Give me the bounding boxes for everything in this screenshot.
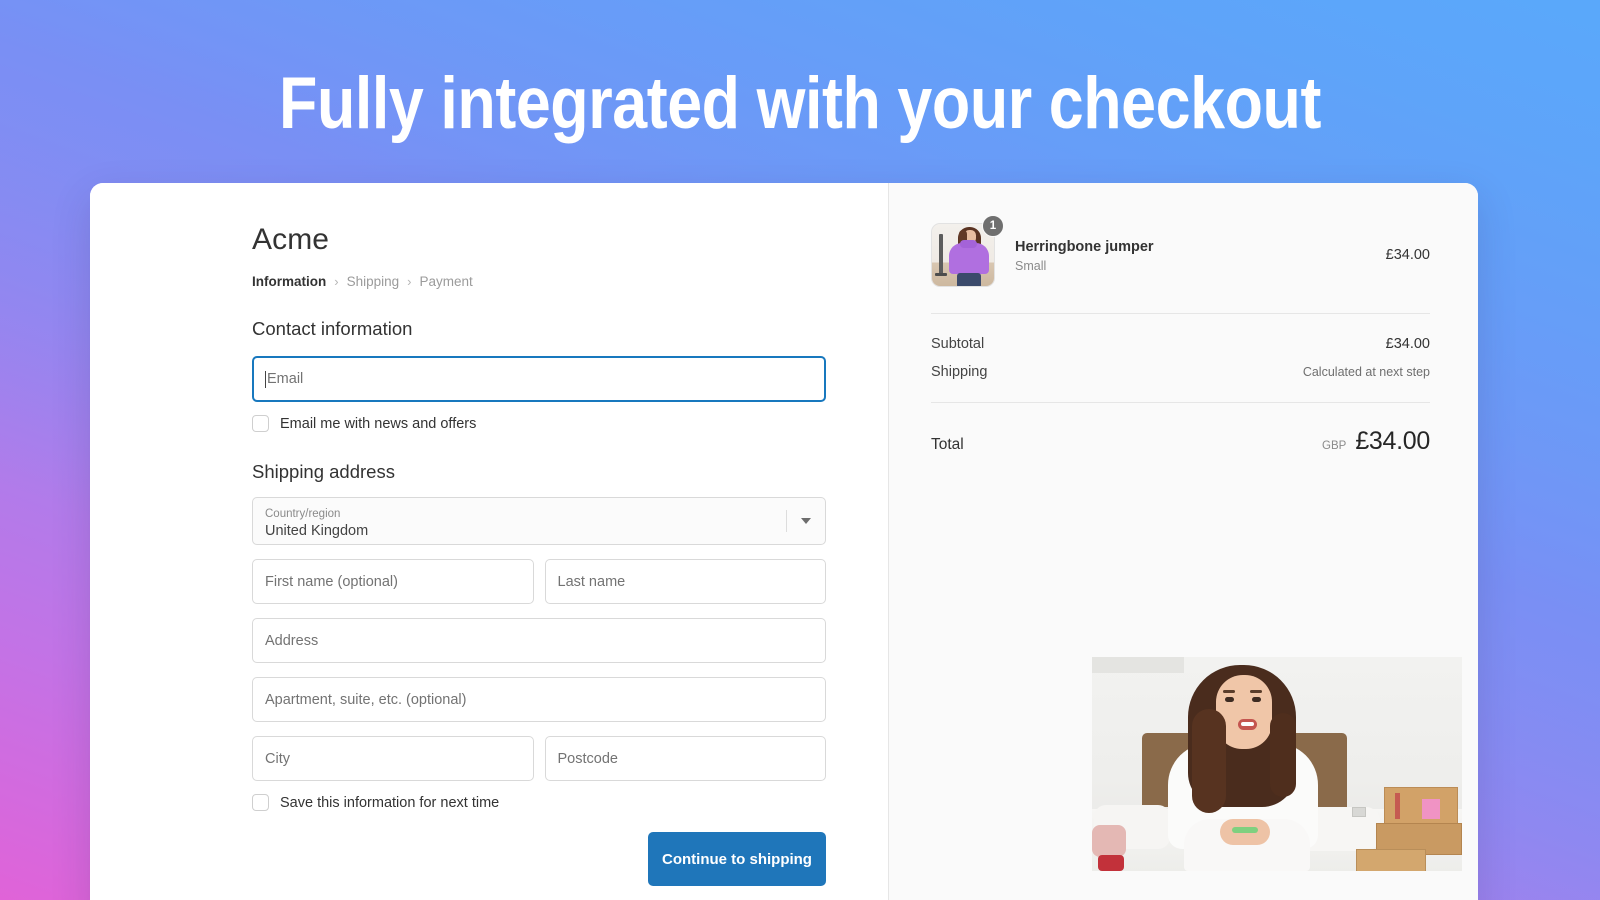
breadcrumb-item-information[interactable]: Information [252,274,326,289]
email-field-placeholder: Email [267,371,303,387]
product-thumbnail-wrap: 1 [931,223,995,287]
video-person-nails [1232,827,1258,833]
country-region-value: United Kingdom [265,522,813,541]
newsletter-checkbox-row[interactable]: Email me with news and offers [252,415,826,432]
subtotal-label: Subtotal [931,336,984,352]
first-name-field[interactable]: First name (optional) [252,559,534,604]
video-parcel-label [1422,799,1440,819]
line-item-info: Herringbone jumper Small [995,237,1386,273]
last-name-field[interactable]: Last name [545,559,827,604]
video-person-hair-strand-left [1192,709,1226,813]
video-person-eye-right [1252,697,1261,702]
checkout-form-pane: Acme Information › Shipping › Payment Co… [90,183,888,900]
newsletter-checkbox[interactable] [252,415,269,432]
last-name-placeholder: Last name [558,574,626,590]
grand-total-currency: GBP [1322,440,1346,452]
line-item-price: £34.00 [1386,247,1430,263]
order-line-item: 1 Herringbone jumper Small £34.00 [931,223,1430,314]
thumbnail-model-jeans [957,273,981,287]
text-caret [265,371,266,388]
chevron-right-icon: › [334,275,338,288]
save-information-checkbox[interactable] [252,794,269,811]
video-wall-trim [1092,657,1184,673]
name-field-row: First name (optional) Last name [252,545,826,604]
country-region-label: Country/region [265,507,813,522]
apartment-placeholder: Apartment, suite, etc. (optional) [265,692,467,708]
subtotal-row: Subtotal £34.00 [931,336,1430,352]
city-field[interactable]: City [252,736,534,781]
thumbnail-rail [939,234,943,274]
video-cloth [1092,825,1126,857]
contact-information-heading: Contact information [252,318,826,340]
grand-total-row: Total GBP £34.00 [931,403,1430,456]
grand-total-label: Total [931,436,964,454]
city-placeholder: City [265,751,290,767]
address-placeholder: Address [265,633,318,649]
video-person-mouth [1238,719,1257,730]
shipping-row: Shipping Calculated at next step [931,364,1430,380]
continue-to-shipping-button[interactable]: Continue to shipping [648,832,826,886]
grand-total-value: £34.00 [1355,427,1430,456]
video-person-brow-left [1223,690,1235,693]
first-name-placeholder: First name (optional) [265,574,398,590]
shipping-label: Shipping [931,364,987,380]
line-item-title: Herringbone jumper [1015,237,1386,257]
video-parcel-tape [1395,793,1400,819]
video-parcel-box-bottom [1356,849,1426,871]
email-field[interactable]: Email [252,356,826,402]
subtotal-value: £34.00 [1386,336,1430,352]
country-region-select[interactable]: Country/region United Kingdom [252,497,826,545]
page-headline: Fully integrated with your checkout [112,58,1488,150]
city-postcode-row: City Postcode [252,722,826,781]
breadcrumb-item-payment[interactable]: Payment [419,274,472,289]
chevron-right-icon: › [407,275,411,288]
submit-row: Continue to shipping [252,832,826,886]
shop-name: Acme [252,223,826,257]
video-person-hair-strand-right [1270,713,1296,797]
line-item-variant: Small [1015,259,1386,273]
save-information-label: Save this information for next time [280,795,499,811]
breadcrumb: Information › Shipping › Payment [252,274,826,289]
video-wall-switch [1352,807,1366,817]
save-information-checkbox-row[interactable]: Save this information for next time [252,794,826,811]
address-field[interactable]: Address [252,618,826,663]
quantity-badge: 1 [982,215,1004,237]
video-overlay[interactable] [1092,657,1462,871]
postcode-placeholder: Postcode [558,751,618,767]
chevron-down-icon[interactable] [801,518,811,524]
video-frame [1092,657,1462,871]
totals-section: Subtotal £34.00 Shipping Calculated at n… [931,314,1430,403]
grand-total-amount-group: GBP £34.00 [1322,427,1430,456]
select-divider [786,510,787,532]
thumbnail-purple-jumper [949,243,989,274]
postcode-field[interactable]: Postcode [545,736,827,781]
video-person-eye-left [1225,697,1234,702]
video-cloth-red [1098,855,1124,871]
newsletter-checkbox-label: Email me with news and offers [280,416,476,432]
shipping-address-heading: Shipping address [252,461,826,483]
apartment-field[interactable]: Apartment, suite, etc. (optional) [252,677,826,722]
video-person-brow-right [1250,690,1262,693]
shipping-value: Calculated at next step [1303,365,1430,379]
breadcrumb-item-shipping[interactable]: Shipping [347,274,400,289]
